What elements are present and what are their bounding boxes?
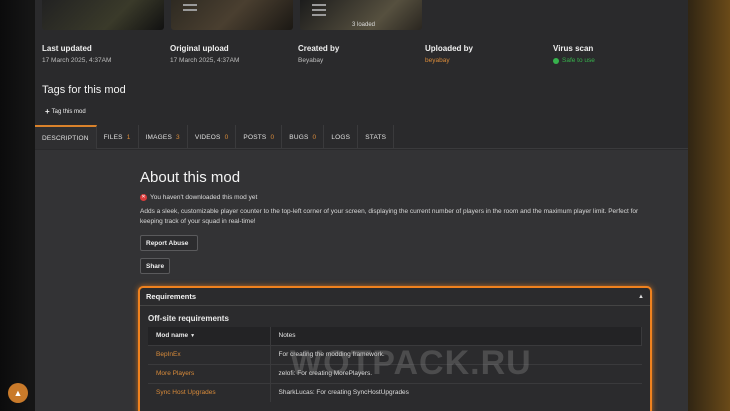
meta-label: Last updated — [42, 44, 92, 53]
tab-count: 0 — [270, 133, 275, 141]
chevron-up-icon: ▲ — [13, 388, 23, 398]
meta-label: Created by — [298, 44, 340, 53]
meta-value: 17 March 2025, 4:37AM — [170, 57, 240, 64]
error-x-icon: ✕ — [140, 194, 147, 201]
meta-value: 17 March 2025, 4:37AM — [42, 57, 112, 64]
column-mod-name[interactable]: Mod name ▼ — [148, 327, 271, 345]
tab-label: DESCRIPTION — [42, 134, 89, 142]
tab-label: LOGS — [331, 133, 351, 141]
created-by: Created by Beyabay — [298, 44, 339, 64]
about-title: About this mod — [140, 169, 241, 186]
tab-images[interactable]: IMAGES 3 — [139, 125, 188, 149]
scroll-to-top-button[interactable]: ▲ — [8, 383, 28, 403]
virus-scan: Virus scan Safe to use — [553, 44, 595, 64]
column-label: Mod name — [156, 332, 189, 340]
mod-description: Adds a sleek, customizable player counte… — [140, 208, 639, 225]
watermark: WOTPACK.RU — [290, 344, 532, 382]
gallery-thumbnail[interactable] — [42, 0, 164, 30]
chevron-down-icon: ▼ — [190, 333, 196, 340]
plus-icon: + — [45, 107, 50, 116]
tab-posts[interactable]: POSTS 0 — [236, 125, 283, 149]
tab-label: IMAGES — [145, 133, 172, 141]
requirement-link[interactable]: More Players — [148, 363, 271, 383]
thumbnail-caption: 3 loaded — [352, 22, 376, 28]
table-row: Sync Host Upgrades SharkLucas: For creat… — [148, 382, 642, 402]
requirement-notes: SharkLucas: For creating SyncHostUpgrade… — [270, 382, 642, 402]
meta-label: Original upload — [170, 44, 229, 53]
tab-bugs[interactable]: BUGS 0 — [282, 125, 325, 149]
requirements-header[interactable]: Requirements ▲ — [140, 288, 650, 306]
notice-text: You haven't downloaded this mod yet — [150, 194, 258, 201]
tags-title: Tags for this mod — [42, 84, 126, 96]
tab-count: 1 — [126, 133, 131, 141]
mod-page: 3 loaded Last updated 17 March 2025, 4:3… — [35, 0, 688, 411]
chevron-up-icon[interactable]: ▲ — [638, 294, 644, 300]
requirement-link[interactable]: Sync Host Upgrades — [148, 382, 271, 402]
tag-button-label: Tag this mod — [51, 108, 86, 115]
tab-files[interactable]: FILES 1 — [97, 125, 139, 149]
tab-label: STATS — [365, 133, 387, 141]
tab-label: VIDEOS — [194, 133, 221, 141]
virus-scan-text: Safe to use — [562, 57, 595, 64]
tab-count: 3 — [176, 133, 180, 141]
meta-value: Beyabay — [298, 57, 324, 64]
tag-this-mod-button[interactable]: + Tag this mod — [45, 107, 86, 116]
download-notice: ✕ You haven't downloaded this mod yet — [140, 194, 257, 201]
tab-logs[interactable]: LOGS — [324, 125, 359, 149]
menu-lines-graphic — [183, 4, 197, 14]
tab-label: BUGS — [289, 133, 309, 141]
last-updated: Last updated 17 March 2025, 4:37AM — [42, 44, 111, 64]
check-circle-icon — [553, 57, 559, 64]
original-upload: Original upload 17 March 2025, 4:37AM — [170, 44, 239, 64]
requirement-link[interactable]: BepInEx — [148, 344, 271, 364]
gallery-thumbnail[interactable]: 3 loaded — [300, 0, 422, 30]
share-button[interactable]: Share — [140, 258, 170, 274]
column-notes: Notes — [270, 327, 642, 345]
menu-lines-graphic — [312, 4, 326, 19]
virus-scan-status[interactable]: Safe to use — [553, 57, 595, 64]
tab-label: FILES — [103, 133, 123, 141]
mod-metadata: Last updated 17 March 2025, 4:37AM Origi… — [42, 44, 682, 72]
meta-label: Uploaded by — [425, 44, 474, 53]
mod-tabs: DESCRIPTION FILES 1 IMAGES 3 VIDEOS 0 POSTS… — [35, 125, 688, 149]
tab-label: POSTS — [243, 133, 267, 141]
report-abuse-button[interactable]: Report Abuse — [140, 235, 198, 251]
gallery-thumbnail[interactable] — [171, 0, 293, 30]
uploader-link[interactable]: beyabay — [425, 57, 473, 64]
offsite-requirements-title: Off-site requirements — [148, 314, 229, 323]
tab-count: 0 — [312, 133, 317, 141]
tab-description[interactable]: DESCRIPTION — [35, 125, 97, 149]
tab-count: 0 — [224, 133, 229, 141]
tab-stats[interactable]: STATS — [358, 125, 395, 149]
requirements-title: Requirements — [146, 292, 197, 301]
uploaded-by: Uploaded by beyabay — [425, 44, 473, 64]
tab-videos[interactable]: VIDEOS 0 — [188, 125, 237, 149]
table-header-row: Mod name ▼ Notes — [148, 327, 642, 345]
meta-label: Virus scan — [553, 44, 594, 53]
